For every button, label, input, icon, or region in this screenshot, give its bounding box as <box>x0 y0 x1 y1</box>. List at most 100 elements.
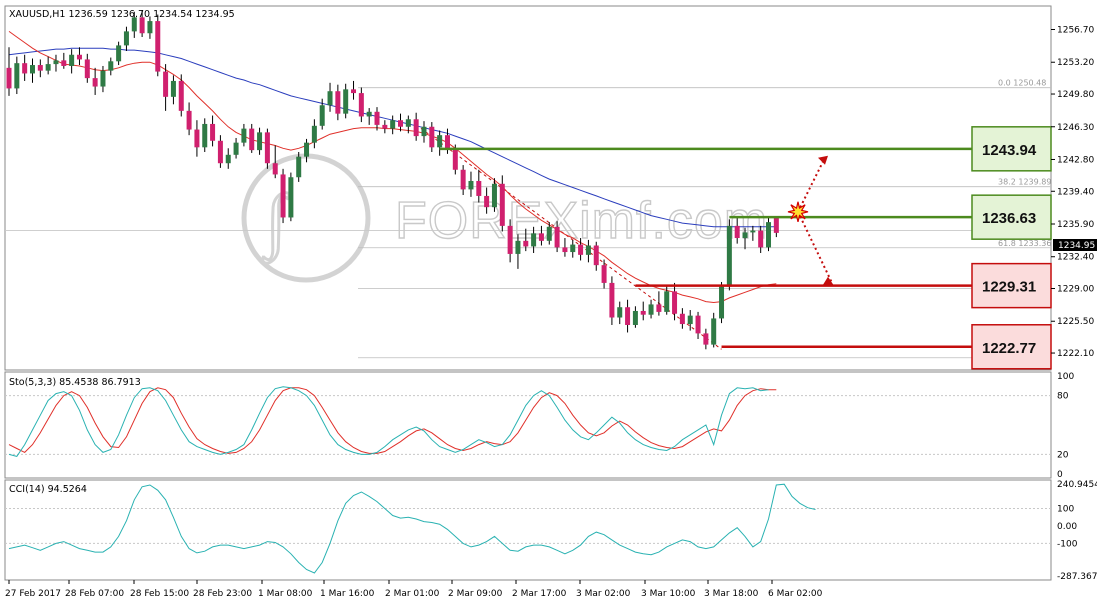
fib-level-label: 38.2 1239.89 <box>998 178 1051 187</box>
stochastic-axis-label: 0 <box>1057 470 1063 480</box>
candle-body <box>217 140 223 164</box>
candle-body <box>116 45 122 62</box>
price-axis-label: 1253.20 <box>1057 58 1094 68</box>
level-value: 1236.63 <box>982 210 1036 227</box>
candle-body <box>593 245 599 266</box>
candle-body <box>335 91 341 114</box>
candle-body <box>163 71 169 97</box>
candle-body <box>61 60 67 66</box>
candle-body <box>327 91 333 106</box>
candle-body <box>726 225 732 287</box>
candle-body <box>444 135 450 150</box>
candle-body <box>366 111 372 117</box>
candle-body <box>264 132 270 164</box>
candle-body <box>6 67 12 89</box>
candle-body <box>178 80 184 111</box>
candle-body <box>734 225 740 239</box>
candle-body <box>679 313 685 325</box>
symbol-header: XAUUSD,H1 1236.59 1236.70 1234.54 1234.9… <box>9 9 235 20</box>
candle-body <box>123 31 129 46</box>
candle-body <box>640 310 646 315</box>
candle-body <box>37 65 43 71</box>
candle-body <box>186 110 192 130</box>
time-axis-label: 27 Feb 2017 <box>5 589 61 599</box>
candle-body <box>22 63 28 74</box>
time-axis-label: 2 Mar 09:00 <box>448 589 503 599</box>
price-chart[interactable]: ∫ FOREXimf.com 0.0 1250.4838.2 1239.8961… <box>0 0 1097 605</box>
time-axis-label: 1 Mar 08:00 <box>258 589 313 599</box>
candle-body <box>147 21 153 34</box>
candle-body <box>554 226 560 248</box>
candle-body <box>687 315 693 325</box>
candle-body <box>507 225 513 254</box>
candle-body <box>562 247 568 253</box>
candle-body <box>719 286 725 319</box>
candle-body <box>476 180 482 196</box>
candle-body <box>296 156 302 178</box>
price-axis-label: 1249.80 <box>1057 90 1094 100</box>
fib-level-label: 0.0 1250.48 <box>998 79 1046 88</box>
candle-body <box>491 183 497 208</box>
candle-body <box>617 307 623 318</box>
candle-body <box>398 120 403 127</box>
time-axis-label: 2 Mar 17:00 <box>512 589 567 599</box>
time-axis-label: 6 Mar 02:00 <box>768 589 823 599</box>
candle-body <box>343 89 349 114</box>
time-axis-label: 28 Feb 07:00 <box>65 589 124 599</box>
candle-body <box>460 169 466 190</box>
candle-body <box>76 54 82 60</box>
price-axis-label: 1222.10 <box>1057 349 1094 359</box>
candle-body <box>538 233 544 241</box>
candle-body <box>53 60 59 65</box>
candle-body <box>108 61 114 71</box>
candle-body <box>304 142 310 157</box>
time-axis-label: 28 Feb 23:00 <box>193 589 252 599</box>
candle-body <box>249 128 255 151</box>
cci-axis-label: -100 <box>1057 539 1078 549</box>
candle-body <box>272 163 278 175</box>
candle-body <box>413 119 419 137</box>
level-value: 1229.31 <box>982 279 1036 296</box>
candle-body <box>69 54 75 66</box>
cci-axis-label: -287.3673 <box>1057 572 1097 582</box>
candle-body <box>609 282 615 318</box>
candle-body <box>664 291 670 312</box>
time-axis-label: 3 Mar 02:00 <box>576 589 631 599</box>
candle-body <box>648 304 654 315</box>
cci-axis-label: 100 <box>1057 505 1074 515</box>
candle-body <box>766 222 772 248</box>
candle-body <box>29 65 35 74</box>
level-value: 1243.94 <box>982 142 1037 159</box>
candle-body <box>523 240 529 247</box>
svg-text:1234.95: 1234.95 <box>1058 241 1095 251</box>
cci-title: CCI(14) 94.5264 <box>9 484 87 495</box>
candle-body <box>84 59 90 79</box>
fib-level-label: 61.8 1233.36 <box>998 239 1051 248</box>
candle-body <box>515 240 521 254</box>
stochastic-axis-label: 100 <box>1057 372 1074 382</box>
candle-body <box>625 307 631 325</box>
candle-body <box>570 244 576 253</box>
price-axis-label: 1235.90 <box>1057 220 1094 230</box>
breakout-star-icon <box>787 201 809 222</box>
candle-body <box>45 64 51 71</box>
candle-body <box>632 310 638 325</box>
cci-axis-label: 0.00 <box>1057 522 1077 532</box>
candle-body <box>382 124 388 129</box>
price-axis-label: 1256.70 <box>1057 26 1094 36</box>
candle-body <box>405 119 411 127</box>
time-axis-label: 3 Mar 10:00 <box>641 589 696 599</box>
candle-body <box>241 128 247 143</box>
candle-body <box>578 244 584 255</box>
candle-body <box>351 89 357 94</box>
candle-body <box>484 195 490 208</box>
level-value: 1222.77 <box>982 340 1036 357</box>
candle-body <box>202 123 208 148</box>
candle-body <box>672 291 678 314</box>
price-axis-label: 1229.00 <box>1057 285 1094 295</box>
current-price-tag: 1234.95 <box>1053 239 1097 251</box>
candle-body <box>288 177 294 218</box>
candle-body <box>499 183 505 226</box>
candle-body <box>257 132 263 151</box>
time-axis-label: 28 Feb 15:00 <box>130 589 189 599</box>
